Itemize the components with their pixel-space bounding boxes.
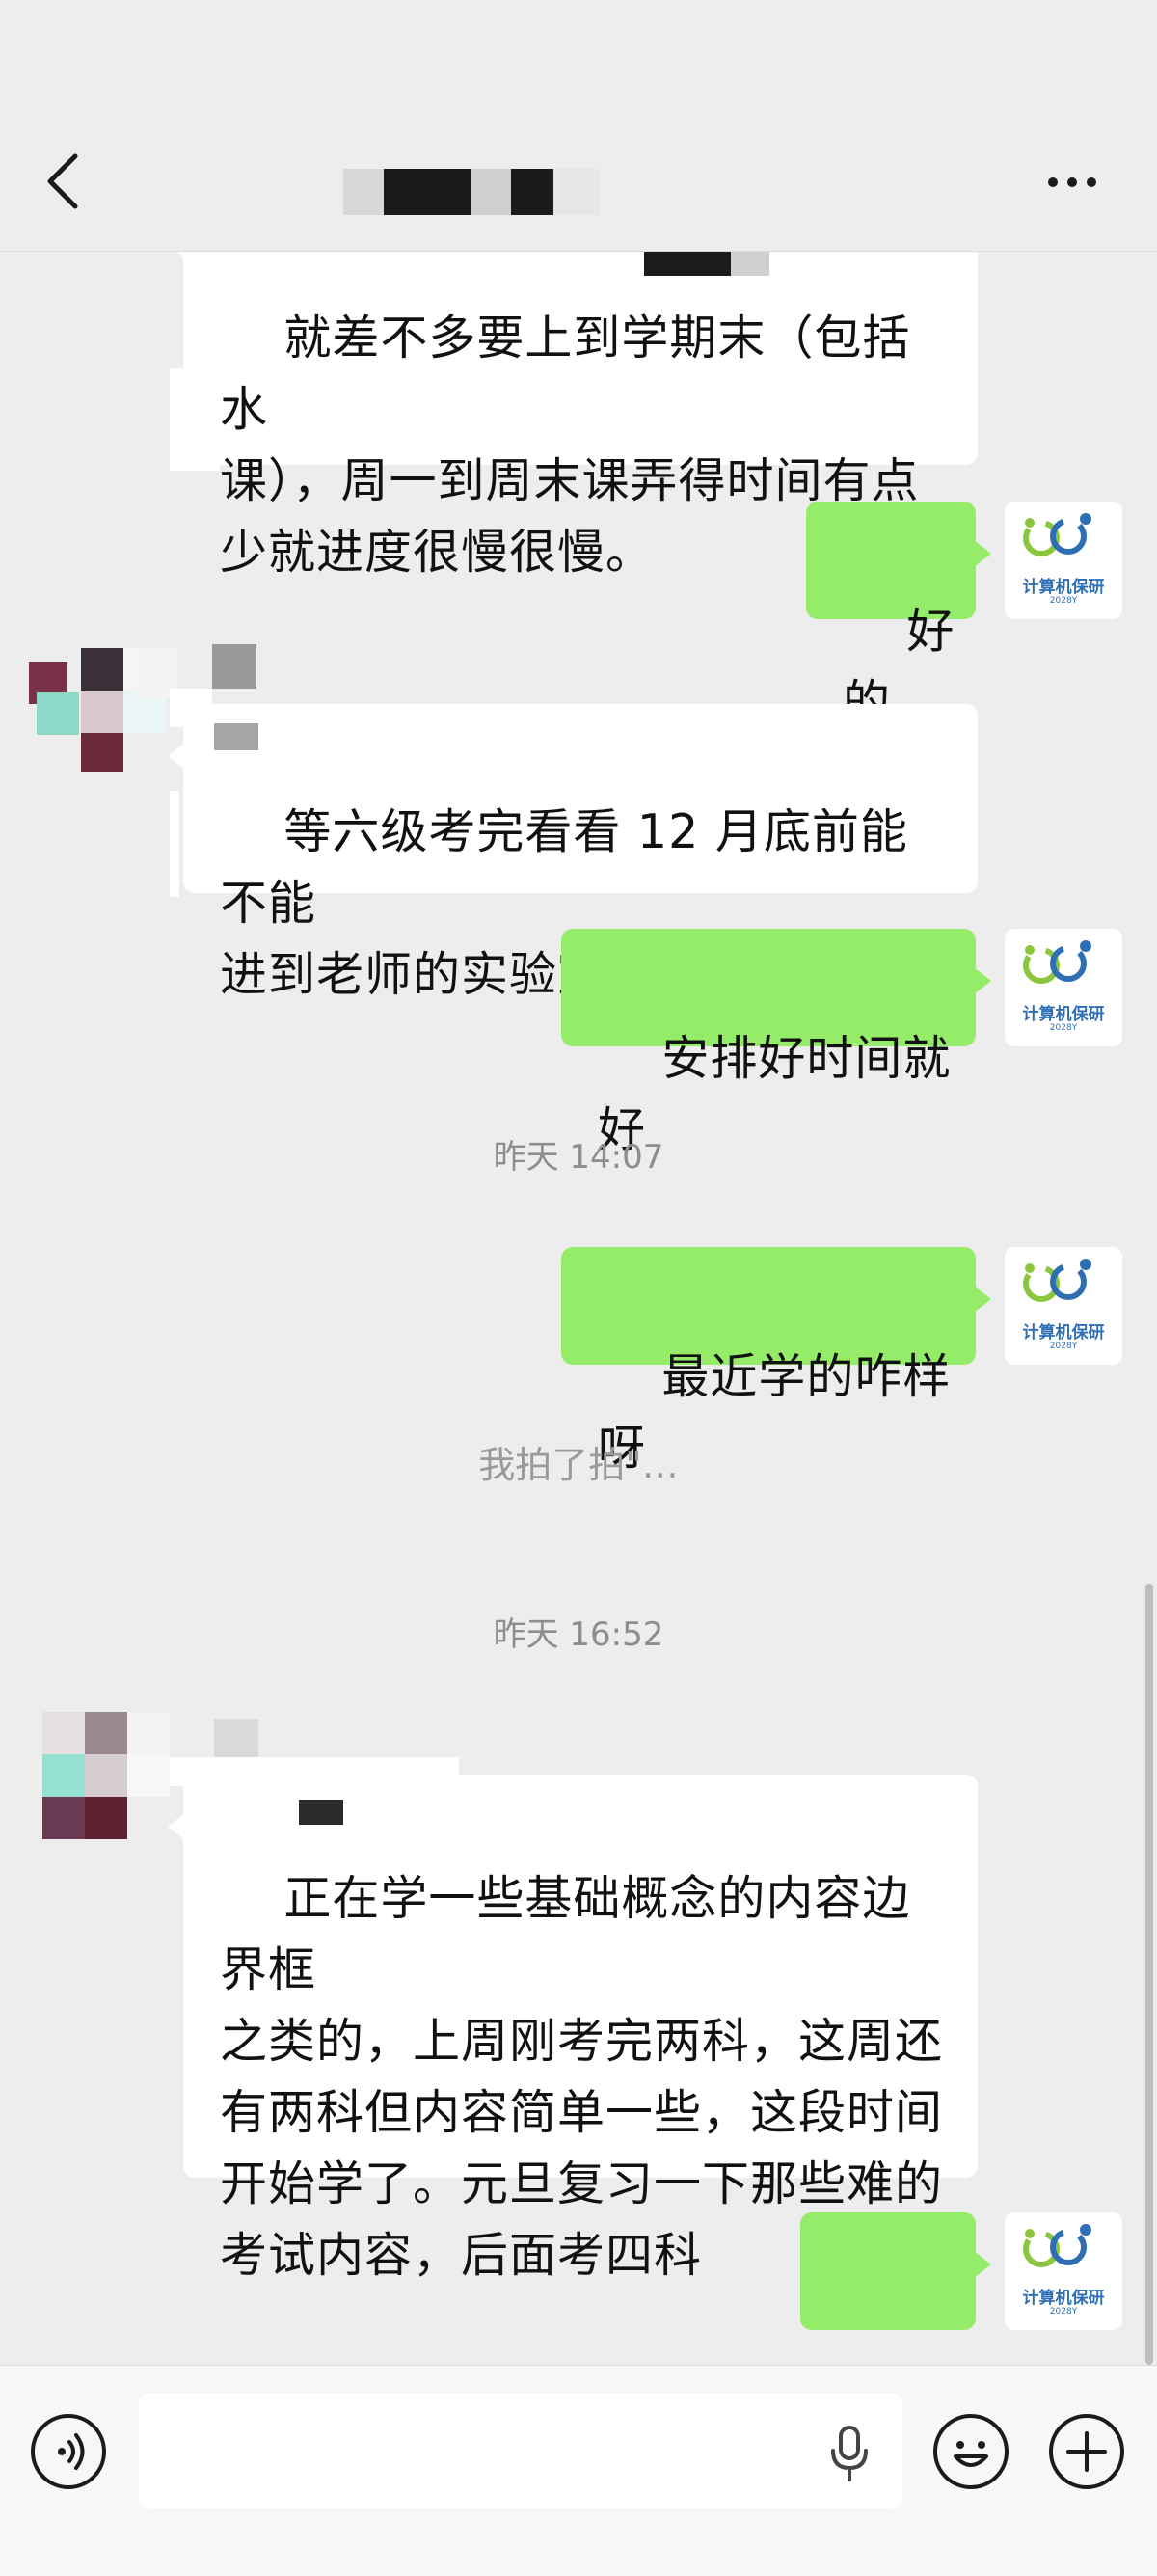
message-bubble-outgoing[interactable]: 安排好时间就好	[561, 929, 991, 1157]
chat-header	[0, 0, 1157, 252]
emoji-button[interactable]	[933, 2414, 1009, 2489]
my-avatar[interactable]: 计算机保研 2028Y	[1005, 2212, 1122, 2330]
logo-subtext: 2028Y	[1049, 2307, 1078, 2317]
logo-subtext: 2028Y	[1049, 1342, 1078, 1351]
my-avatar[interactable]: 计算机保研 2028Y	[1005, 1247, 1122, 1365]
redaction-mosaic	[644, 251, 731, 276]
logo-text: 计算机保研	[1022, 1323, 1105, 1342]
plus-button[interactable]	[1049, 2414, 1124, 2489]
redaction-mosaic	[170, 791, 179, 897]
microphone-icon[interactable]	[824, 2424, 874, 2483]
logo-text: 计算机保研	[1022, 1005, 1105, 1024]
redaction-mosaic	[769, 251, 837, 276]
timestamp: 昨天 16:52	[493, 1615, 664, 1654]
contact-avatar[interactable]	[33, 1712, 170, 1839]
voice-mode-icon	[58, 2433, 85, 2470]
message-bubble-outgoing[interactable]: 最近学的咋样呀	[561, 1247, 991, 1476]
logo-subtext: 2028Y	[1049, 1023, 1078, 1033]
redaction-mosaic	[343, 1800, 388, 1825]
message-list[interactable]: 就差不多要上到学期末（包括水 课），周一到周末课弄得时间有点 少就进度很慢很慢。…	[0, 251, 1157, 2365]
redaction-mosaic	[214, 723, 258, 750]
redaction-mosaic	[299, 1800, 343, 1825]
pat-system-message[interactable]: 我拍了拍"…	[0, 1435, 1157, 1488]
plus-icon	[1066, 2431, 1107, 2472]
redaction-mosaic	[214, 1719, 258, 1757]
logo-text: 计算机保研	[1022, 2289, 1105, 2308]
redaction-mosaic	[212, 644, 256, 689]
logo-subtext: 2028Y	[1049, 596, 1078, 606]
message-bubble-incoming[interactable]: 等六级考完看看 12 月底前能不能 进到老师的实验室	[168, 704, 978, 1002]
message-bubble-incoming[interactable]: 就差不多要上到学期末（包括水 课），周一到周末课弄得时间有点 少就进度很慢很慢。	[168, 251, 978, 580]
my-avatar[interactable]: 计算机保研 2028Y	[1005, 502, 1122, 619]
my-avatar[interactable]: 计算机保研 2028Y	[1005, 929, 1122, 1046]
more-horizontal-icon[interactable]	[1041, 159, 1103, 205]
chat-title-redacted	[343, 169, 600, 215]
timestamp: 昨天 14:07	[493, 1138, 664, 1177]
scrollbar[interactable]	[1145, 1584, 1153, 2365]
voice-mode-button[interactable]	[31, 2414, 106, 2489]
redaction-mosaic	[731, 251, 769, 276]
message-bubble-incoming[interactable]: 正在学一些基础概念的内容边界框 之类的，上周刚考完两科，这周还 有两科但内容简单…	[168, 1775, 978, 2283]
message-bubble-outgoing[interactable]: 好的	[806, 502, 991, 730]
input-bar	[0, 2365, 1157, 2576]
message-bubble-outgoing[interactable]: okok	[800, 2212, 991, 2330]
logo-text: 计算机保研	[1022, 578, 1105, 597]
redaction-mosaic	[170, 368, 220, 471]
message-input[interactable]	[139, 2393, 902, 2508]
chevron-left-icon[interactable]	[39, 147, 89, 216]
emoji-icon	[954, 2441, 988, 2467]
